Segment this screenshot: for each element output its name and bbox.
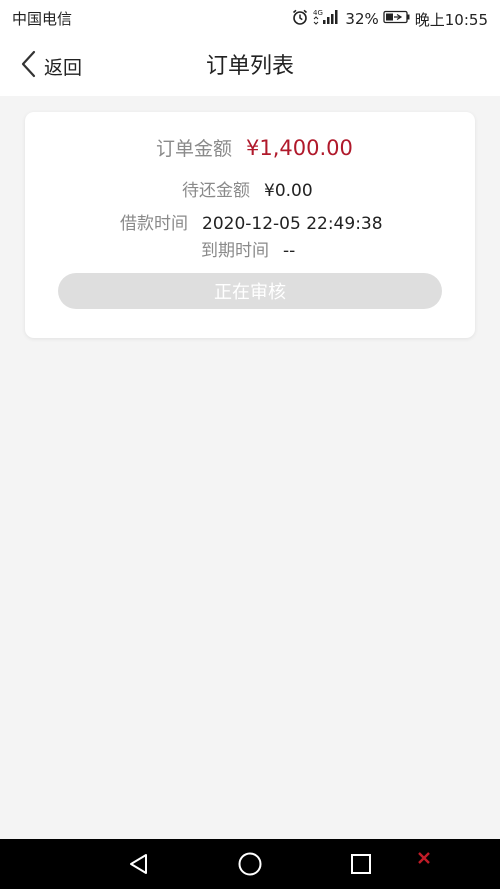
expire-time-row: 到期时间 -- — [201, 236, 295, 261]
order-amount-row: 订单金额 ¥1,400.00 — [156, 134, 353, 161]
watermark-logo — [417, 851, 431, 865]
loan-time-value: 2020-12-05 22:49:38 — [202, 214, 383, 234]
page-title: 订单列表 — [205, 54, 294, 79]
nav-home-icon[interactable] — [237, 851, 263, 881]
order-amount-value: ¥1,400.00 — [246, 136, 353, 160]
nav-back-icon[interactable] — [127, 852, 151, 880]
loan-time-label: 借款时间 — [120, 214, 188, 234]
status-bar: 中国电信 4G 32% 晚上10:55 — [0, 0, 500, 34]
order-card[interactable]: 订单金额 ¥1,400.00 待还金额 ¥0.00 借款时间 2020-12-0… — [25, 112, 475, 338]
screen: 中国电信 4G 32% 晚上10:55 返回 订单列表 订单金额 ¥1,400.… — [0, 0, 500, 889]
battery-icon — [383, 10, 411, 28]
header: 返回 订单列表 — [0, 34, 500, 96]
expire-time-label: 到期时间 — [201, 241, 269, 261]
review-status-button[interactable]: 正在审核 — [58, 273, 442, 309]
status-right: 4G 32% 晚上10:55 — [291, 8, 488, 30]
clock-time: 晚上10:55 — [414, 10, 488, 29]
nav-recent-icon[interactable] — [350, 853, 372, 879]
order-amount-label: 订单金额 — [156, 138, 233, 160]
nav-bar — [0, 839, 500, 889]
due-amount-value: ¥0.00 — [264, 181, 313, 201]
battery-percent: 32% — [345, 10, 379, 28]
loan-time-row: 借款时间 2020-12-05 22:49:38 — [120, 209, 383, 234]
carrier-label: 中国电信 — [12, 10, 73, 28]
network-type-label: 4G — [313, 9, 323, 17]
due-amount-label: 待还金额 — [182, 181, 250, 201]
alarm-icon — [291, 8, 309, 30]
due-amount-row: 待还金额 ¥0.00 — [182, 176, 313, 201]
expire-time-value: -- — [283, 241, 296, 261]
signal-icon: 4G — [313, 8, 341, 30]
